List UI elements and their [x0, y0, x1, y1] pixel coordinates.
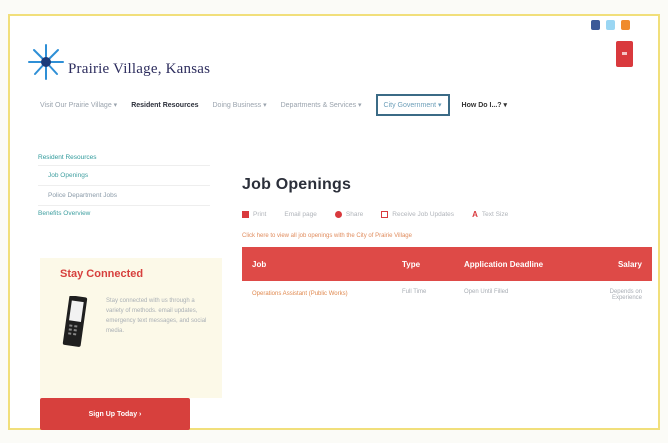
share-icon [334, 211, 342, 218]
facebook-icon[interactable] [591, 20, 600, 30]
mobile-menu-button[interactable] [616, 41, 633, 67]
receive-updates-tool[interactable]: Receive Job Updates [381, 211, 454, 218]
col-header-type: Type [402, 259, 421, 269]
sidebar: Resident Resources Job Openings Police D… [38, 150, 210, 221]
table-header: Job Type Application Deadline Salary [242, 247, 652, 281]
table-row: Operations Assistant (Public Works) Full… [242, 281, 652, 309]
rss-icon[interactable] [621, 20, 630, 30]
job-salary: Depends on Experience [609, 289, 642, 301]
job-link[interactable]: Operations Assistant (Public Works) [252, 289, 402, 301]
page-title: Job Openings [242, 176, 352, 193]
job-type: Full Time [402, 289, 427, 295]
nav-item-visit[interactable]: Visit Our Prairie Village ▾ [40, 101, 117, 109]
starburst-logo-icon [28, 44, 64, 80]
sidebar-heading[interactable]: Resident Resources [38, 150, 210, 166]
col-header-job: Job [252, 259, 267, 269]
page-background: Prairie Village, Kansas Visit Our Prairi… [0, 0, 668, 443]
nav-item-departments[interactable]: Departments & Services ▾ [281, 101, 362, 109]
stay-connected-text: Stay connected with us through a variety… [106, 298, 207, 334]
nav-item-doing-business[interactable]: Doing Business ▾ [213, 101, 267, 109]
stay-connected-title: Stay Connected [60, 268, 144, 280]
stay-connected-panel: Stay Connected Stay connected with us th… [40, 258, 222, 398]
sidebar-item-police-jobs[interactable]: Police Department Jobs [38, 186, 210, 206]
print-icon [242, 211, 249, 218]
receive-updates-label: Receive Job Updates [392, 211, 455, 218]
email-label: Email page [284, 211, 317, 218]
text-size-tool[interactable]: A Text Size [472, 210, 508, 219]
twitter-icon[interactable] [606, 20, 615, 30]
sign-up-button[interactable]: Sign Up Today › [40, 398, 190, 430]
email-tool[interactable]: Email page [284, 211, 317, 218]
share-label: Share [345, 211, 364, 218]
job-deadline: Open Until Filled [464, 289, 509, 295]
sidebar-item-job-openings[interactable]: Job Openings [38, 166, 210, 186]
page-tools: Print Email page Share Receive Job Updat… [242, 210, 652, 219]
main-content: Job Openings Print Email page Share Rece… [242, 176, 652, 309]
site-title: Prairie Village, Kansas [68, 60, 211, 77]
col-header-deadline: Application Deadline [464, 259, 544, 269]
notify-icon [381, 211, 389, 218]
col-header-salary: Salary [617, 259, 642, 269]
print-label: Print [253, 211, 267, 218]
sidebar-item-benefits[interactable]: Benefits Overview [38, 206, 210, 221]
jobs-table: Job Type Application Deadline Salary Ope… [242, 247, 652, 309]
text-size-label: Text Size [481, 211, 509, 218]
nav-item-how-do-i[interactable]: How Do I...? ▾ [462, 101, 508, 109]
nav-item-resident-resources[interactable]: Resident Resources [131, 102, 198, 109]
text-size-icon: A [472, 210, 478, 219]
phone-icon [62, 296, 88, 347]
share-tool[interactable]: Share [334, 211, 364, 218]
print-tool[interactable]: Print [242, 211, 266, 218]
browser-frame: Prairie Village, Kansas Visit Our Prairi… [8, 14, 660, 430]
view-all-link[interactable]: Click here to view all job openings with… [242, 233, 652, 239]
main-nav: Visit Our Prairie Village ▾ Resident Res… [40, 94, 638, 116]
nav-item-city-government[interactable]: City Government ▾ [375, 94, 450, 116]
site-logo[interactable]: Prairie Village, Kansas [26, 42, 210, 82]
social-links [591, 20, 630, 30]
